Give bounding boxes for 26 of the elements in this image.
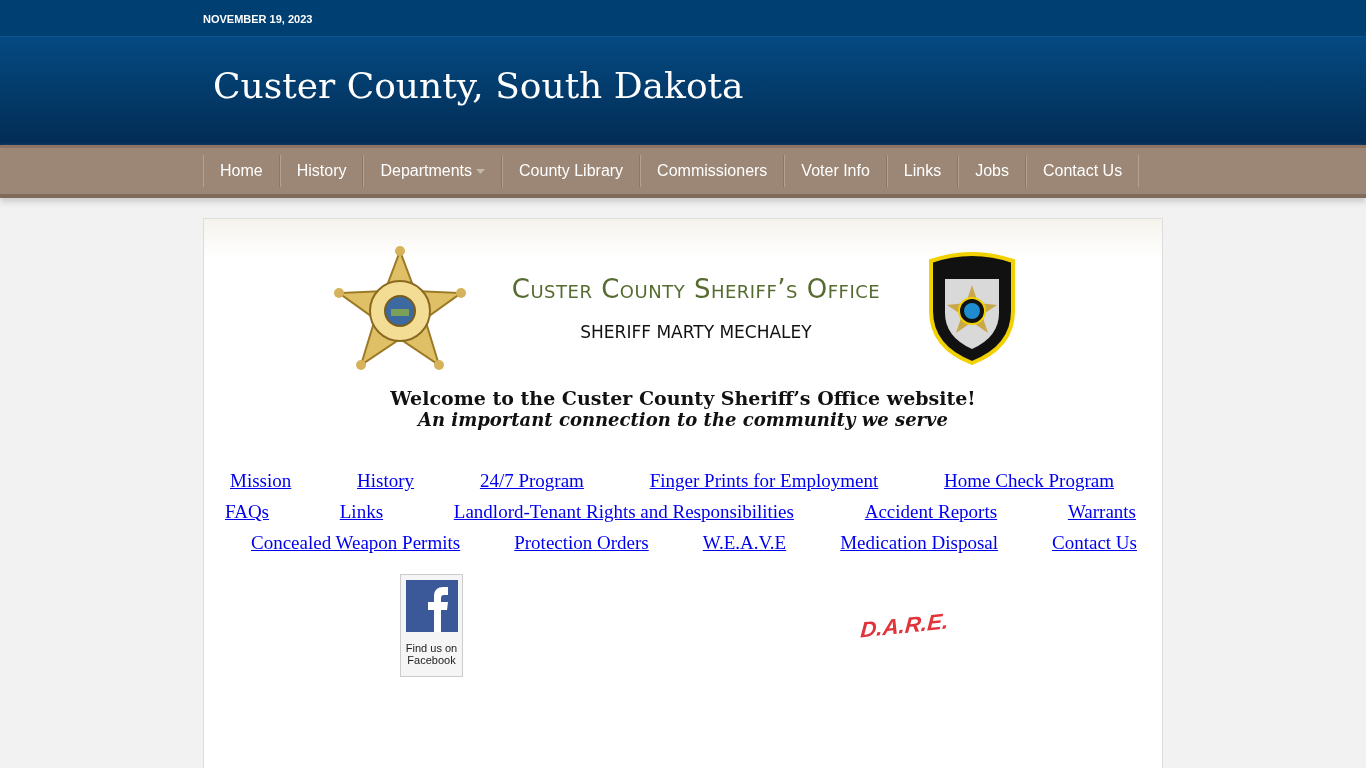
date-text: NOVEMBER 19, 2023 — [203, 13, 313, 25]
sheriff-star-icon — [333, 245, 467, 371]
office-heading: Custer County Sheriff’s Office — [511, 274, 881, 304]
welcome-heading: Welcome to the Custer County Sheriff’s Office website! — [390, 387, 976, 409]
caret-icon — [476, 168, 486, 174]
tagline: An important connection to the community we serve — [418, 409, 948, 430]
page-link[interactable]: Warrants — [1067, 501, 1136, 523]
page-link[interactable]: Home Check Program — [944, 470, 1114, 492]
dare-logo: D.A.R.E. — [859, 608, 950, 643]
page-link[interactable]: Finger Prints for Employment — [649, 470, 879, 492]
page-link[interactable]: FAQs — [225, 501, 269, 523]
facebook-icon — [405, 580, 458, 632]
page-link[interactable]: 24/7 Program — [479, 470, 584, 492]
page-link[interactable]: History — [357, 470, 415, 492]
page-link[interactable]: Protection Orders — [514, 532, 649, 554]
page-link[interactable]: Contact Us — [1052, 532, 1137, 554]
page-link[interactable]: Landlord-Tenant Rights and Responsibilities — [453, 501, 794, 523]
page-link[interactable]: Mission — [230, 470, 292, 492]
site-title: Custer County, South Dakota — [213, 64, 744, 106]
page-link[interactable]: Accident Reports — [864, 501, 998, 523]
page-link[interactable]: Concealed Weapon Permits — [251, 532, 461, 554]
sheriff-name: SHERIFF MARTY MECHALEY — [580, 322, 812, 342]
page-link[interactable]: Medication Disposal — [840, 532, 998, 554]
facebook-badge[interactable]: Find us on Facebook — [400, 574, 463, 677]
page-link[interactable]: Links — [339, 501, 384, 523]
page-link[interactable]: W.E.A.V.E — [702, 532, 787, 554]
